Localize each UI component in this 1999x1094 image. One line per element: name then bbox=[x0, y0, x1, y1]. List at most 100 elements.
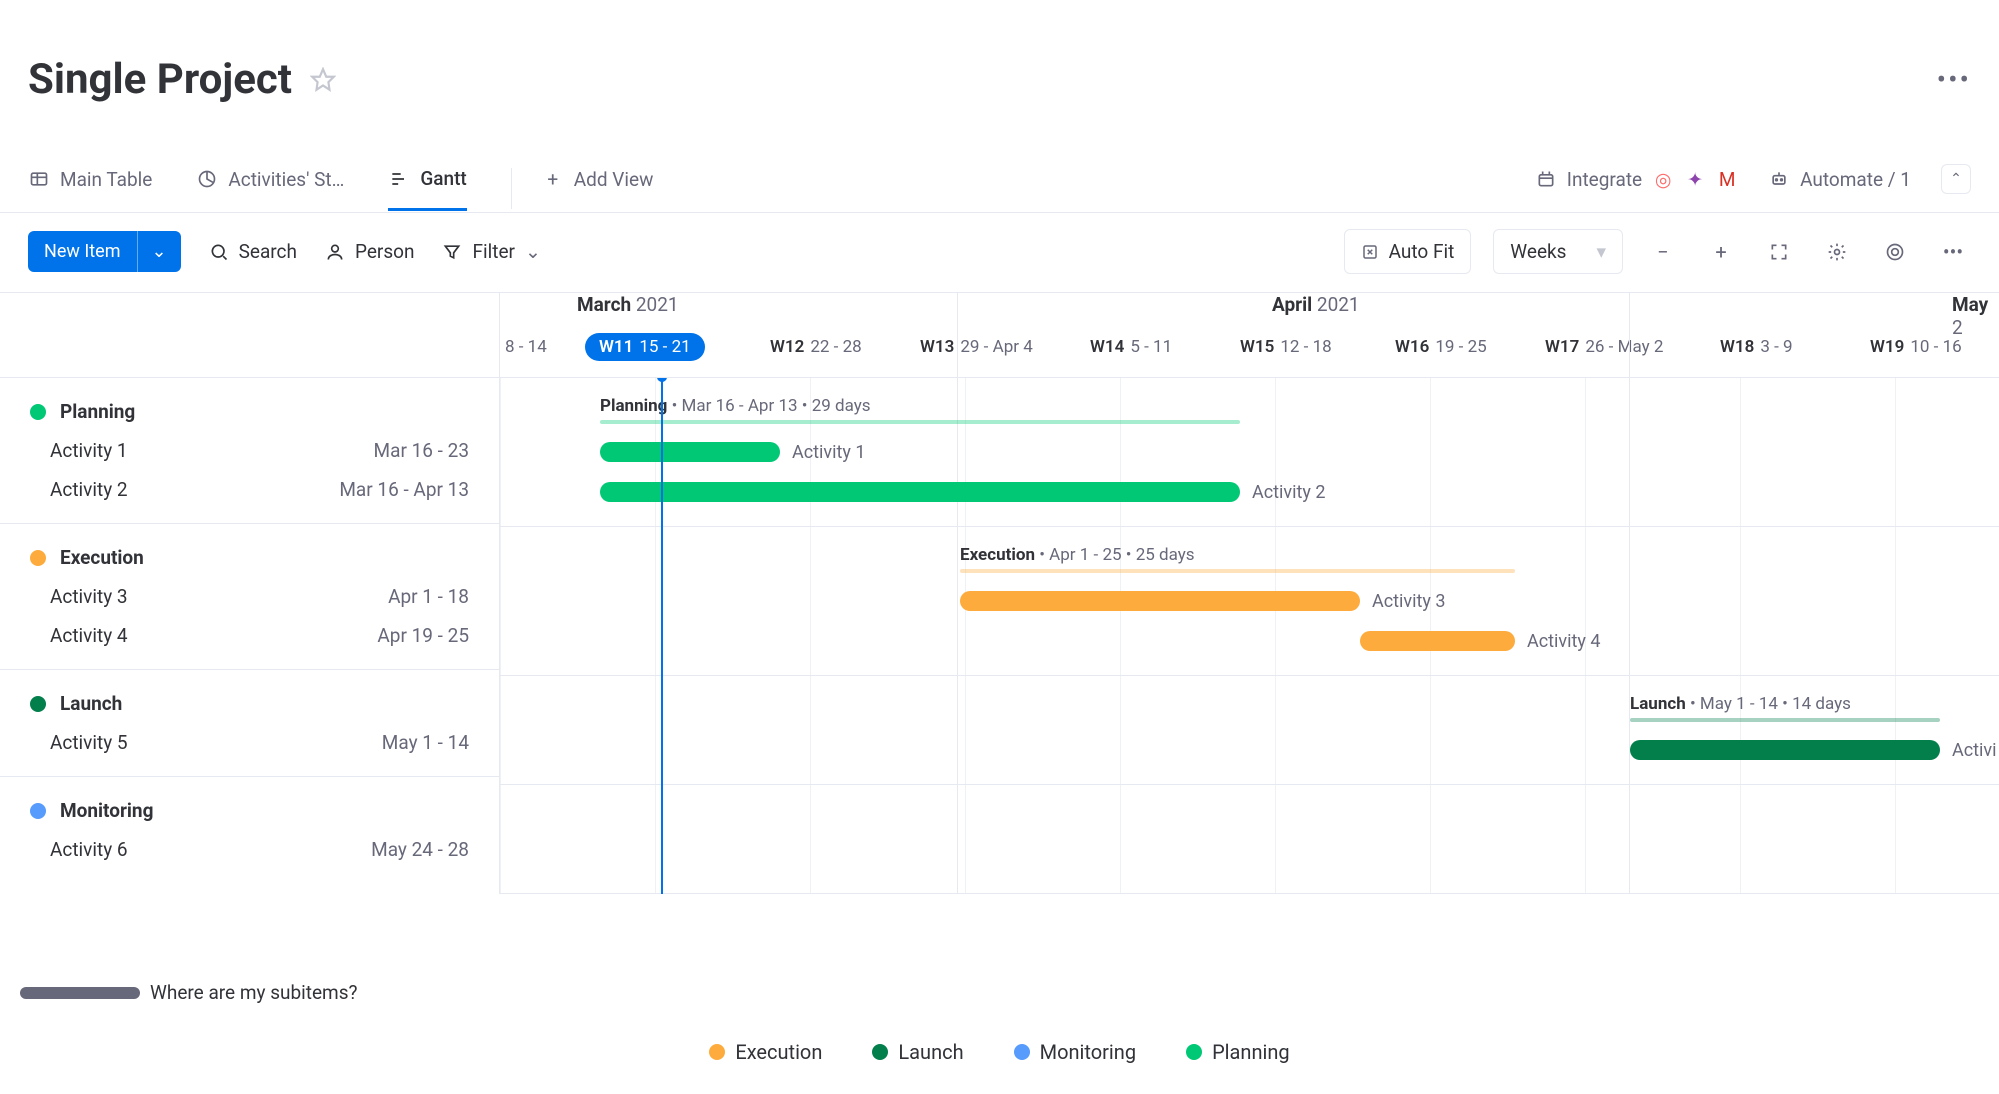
week-label: W1512 - 18 bbox=[1240, 337, 1332, 357]
week-label: W1115 - 21 bbox=[585, 333, 705, 361]
week-label: W145 - 11 bbox=[1090, 337, 1172, 357]
activity-row[interactable]: Activity 1Mar 16 - 23 bbox=[0, 431, 499, 470]
target-icon bbox=[1885, 242, 1905, 262]
legend-item[interactable]: Planning bbox=[1186, 1040, 1290, 1064]
activity-row[interactable]: Activity 5May 1 - 14 bbox=[0, 723, 499, 762]
activity-row[interactable]: Activity 2Mar 16 - Apr 13 bbox=[0, 470, 499, 509]
tab-label: Gantt bbox=[420, 167, 466, 190]
activity-row[interactable]: Activity 6May 24 - 28 bbox=[0, 830, 499, 869]
activity-name: Activity 2 bbox=[50, 478, 128, 501]
gantt-bar[interactable] bbox=[1630, 740, 1940, 760]
legend-label: Monitoring bbox=[1040, 1040, 1136, 1064]
add-view-button[interactable]: + Add View bbox=[511, 168, 654, 209]
week-label: W1222 - 28 bbox=[770, 337, 862, 357]
plus-icon: + bbox=[542, 168, 564, 190]
filter-button[interactable]: Filter ⌄ bbox=[442, 240, 540, 263]
group-summary-label: Planning • Mar 16 - Apr 13 • 29 days bbox=[600, 396, 871, 416]
settings-button[interactable] bbox=[1819, 234, 1855, 270]
gantt-bar[interactable] bbox=[600, 442, 780, 462]
legend-dot bbox=[872, 1044, 888, 1060]
week-label: W1726 - May 2 bbox=[1545, 337, 1663, 357]
search-label: Search bbox=[239, 240, 297, 263]
baseline-button[interactable] bbox=[1877, 234, 1913, 270]
automate-button[interactable]: Automate / 1 bbox=[1768, 168, 1911, 191]
minus-icon: − bbox=[1657, 240, 1668, 264]
month-label: May 2 bbox=[1940, 293, 1999, 339]
granularity-select[interactable]: Weeks ▾ bbox=[1493, 229, 1623, 274]
group-name: Execution bbox=[60, 546, 144, 569]
tab-label: Activities' St… bbox=[228, 168, 344, 191]
divider bbox=[957, 293, 958, 377]
tab-activities[interactable]: Activities' St… bbox=[196, 168, 344, 209]
group-color-dot bbox=[30, 696, 46, 712]
group-summary-bar[interactable] bbox=[960, 569, 1515, 573]
zoom-out-button[interactable]: − bbox=[1645, 234, 1681, 270]
tab-label: Add View bbox=[574, 168, 654, 191]
group-header[interactable]: Execution bbox=[0, 538, 499, 577]
group-header[interactable]: Launch bbox=[0, 684, 499, 723]
divider bbox=[1629, 293, 1630, 377]
search-button[interactable]: Search bbox=[209, 240, 297, 263]
more-icon: ••• bbox=[1943, 240, 1963, 264]
star-icon[interactable] bbox=[310, 67, 336, 93]
group-name: Planning bbox=[60, 400, 135, 423]
integrate-label: Integrate bbox=[1567, 168, 1642, 191]
search-icon bbox=[209, 242, 229, 262]
gantt-bar[interactable] bbox=[600, 482, 1240, 502]
legend-item[interactable]: Launch bbox=[872, 1040, 963, 1064]
zoom-in-button[interactable]: + bbox=[1703, 234, 1739, 270]
autofit-label: Auto Fit bbox=[1389, 240, 1455, 263]
person-icon bbox=[325, 242, 345, 262]
integrate-button[interactable]: Integrate ◎ ✦ M bbox=[1535, 168, 1738, 191]
activity-row[interactable]: Activity 3Apr 1 - 18 bbox=[0, 577, 499, 616]
gmail-icon: M bbox=[1716, 168, 1738, 190]
activity-name: Activity 5 bbox=[50, 731, 128, 754]
activity-date: Apr 1 - 18 bbox=[388, 585, 469, 608]
legend-label: Launch bbox=[898, 1040, 963, 1064]
autofit-button[interactable]: Auto Fit bbox=[1344, 229, 1472, 274]
person-button[interactable]: Person bbox=[325, 240, 415, 263]
group-header[interactable]: Monitoring bbox=[0, 791, 499, 830]
gantt-bar-label: Activity 2 bbox=[1252, 482, 1326, 503]
automate-label: Automate / 1 bbox=[1800, 168, 1911, 191]
gantt-bar-label: Activity 3 bbox=[1372, 591, 1446, 612]
collapse-button[interactable]: ⌃ bbox=[1941, 164, 1971, 194]
gantt-bar-label: Activity 1 bbox=[792, 442, 866, 463]
chart-pie-icon bbox=[196, 168, 218, 190]
robot-icon bbox=[1768, 168, 1790, 190]
activity-date: May 24 - 28 bbox=[371, 838, 469, 861]
group-name: Monitoring bbox=[60, 799, 153, 822]
group-summary-bar[interactable] bbox=[600, 420, 1240, 424]
autofit-icon bbox=[1361, 243, 1379, 261]
subitems-hint[interactable]: Where are my subitems? bbox=[20, 981, 358, 1004]
gantt-bar-label: Activity 4 bbox=[1527, 631, 1601, 652]
new-item-button[interactable]: New Item ⌄ bbox=[28, 231, 181, 272]
legend-label: Planning bbox=[1212, 1040, 1290, 1064]
activity-name: Activity 4 bbox=[50, 624, 128, 647]
gantt-bar[interactable] bbox=[1360, 631, 1515, 651]
scroll-bar[interactable] bbox=[20, 987, 140, 999]
activity-row[interactable]: Activity 4Apr 19 - 25 bbox=[0, 616, 499, 655]
gantt-bar[interactable] bbox=[960, 591, 1360, 611]
tab-main-table[interactable]: Main Table bbox=[28, 168, 152, 209]
legend-item[interactable]: Execution bbox=[709, 1040, 822, 1064]
week-label: 8 - 14 bbox=[505, 337, 547, 357]
gantt-bar-label: Activi bbox=[1952, 740, 1997, 761]
legend-dot bbox=[1014, 1044, 1030, 1060]
fullscreen-button[interactable] bbox=[1761, 234, 1797, 270]
more-button[interactable]: ••• bbox=[1935, 234, 1971, 270]
expand-icon bbox=[1769, 242, 1789, 262]
slack-icon: ✦ bbox=[1684, 168, 1706, 190]
legend-dot bbox=[1186, 1044, 1202, 1060]
group-header[interactable]: Planning bbox=[0, 392, 499, 431]
week-label: W1329 - Apr 4 bbox=[920, 337, 1033, 357]
month-label: April 2021 bbox=[1260, 293, 1360, 316]
more-icon[interactable]: ••• bbox=[1937, 63, 1971, 96]
activity-date: Mar 16 - 23 bbox=[374, 439, 469, 462]
legend-item[interactable]: Monitoring bbox=[1014, 1040, 1136, 1064]
chevron-down-icon[interactable]: ⌄ bbox=[137, 231, 181, 272]
tab-gantt[interactable]: Gantt bbox=[388, 167, 466, 211]
tab-label: Main Table bbox=[60, 168, 152, 191]
group-summary-bar[interactable] bbox=[1630, 718, 1940, 722]
group-color-dot bbox=[30, 404, 46, 420]
